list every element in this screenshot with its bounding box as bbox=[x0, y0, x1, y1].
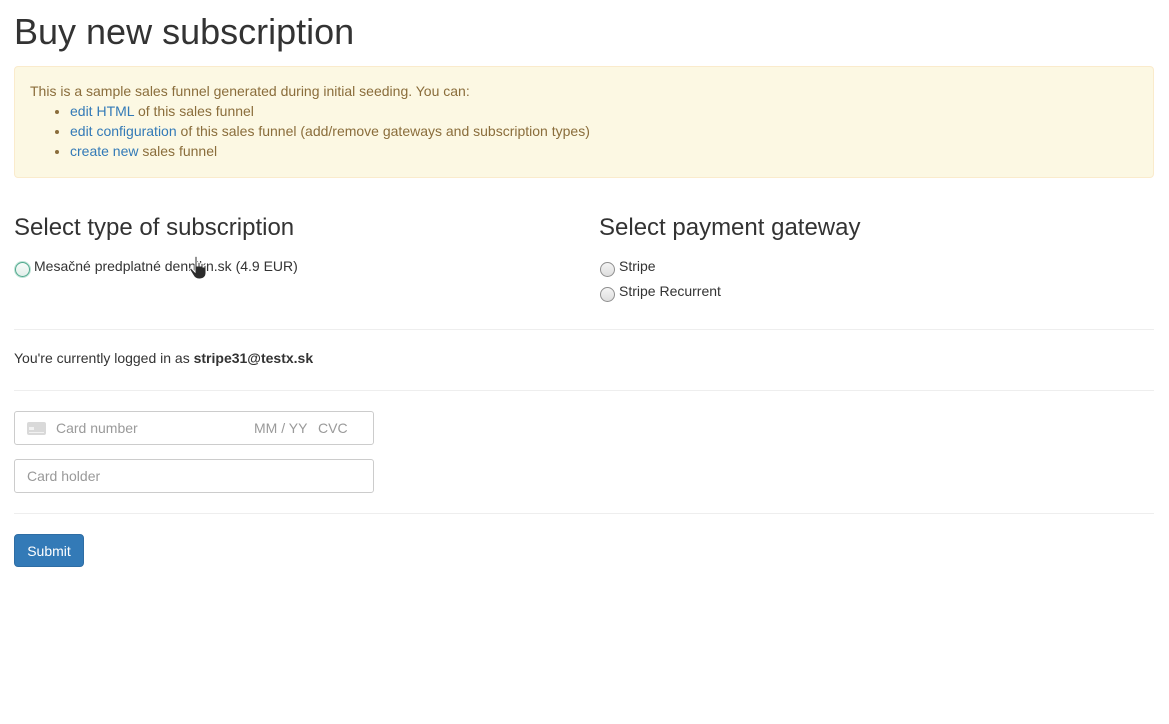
edit-configuration-link[interactable]: edit configuration bbox=[70, 123, 177, 139]
gateway-option-stripe[interactable]: Stripe bbox=[599, 254, 1154, 279]
notice-item-edit-html: edit HTML of this sales funnel bbox=[70, 101, 1138, 121]
subscription-radio-monthly[interactable] bbox=[15, 262, 30, 277]
hand-pointer-icon bbox=[189, 255, 207, 280]
edit-html-link[interactable]: edit HTML bbox=[70, 103, 134, 119]
gateway-radio-stripe-recurrent[interactable] bbox=[600, 287, 615, 302]
card-number-input[interactable]: Card number bbox=[56, 420, 254, 436]
card-holder-input[interactable] bbox=[14, 459, 374, 493]
subscription-type-section: Select type of subscription Mesačné pred… bbox=[14, 212, 584, 279]
notice-item-text: of this sales funnel (add/remove gateway… bbox=[176, 123, 590, 139]
subscription-option-label: Mesačné predplatné dennikn.sk (4.9 EUR) bbox=[34, 257, 298, 274]
subscription-option[interactable]: Mesačné predplatné dennikn.sk (4.9 EUR) bbox=[14, 254, 584, 279]
notice-item-create-new: create new sales funnel bbox=[70, 141, 1138, 161]
gateway-option-label: Stripe Recurrent bbox=[619, 282, 721, 299]
notice-item-text: sales funnel bbox=[138, 143, 218, 159]
logged-in-status: You're currently logged in as stripe31@t… bbox=[14, 350, 313, 366]
page-title: Buy new subscription bbox=[14, 11, 355, 52]
card-expiry-input[interactable]: MM / YY bbox=[254, 420, 318, 436]
payment-gateway-heading: Select payment gateway bbox=[599, 214, 861, 241]
submit-button[interactable]: Submit bbox=[14, 534, 84, 567]
notice-intro: This is a sample sales funnel generated … bbox=[30, 83, 470, 99]
notice-item-edit-configuration: edit configuration of this sales funnel … bbox=[70, 121, 1138, 141]
divider bbox=[14, 390, 1154, 391]
card-details-field[interactable]: Card number MM / YY CVC bbox=[14, 411, 374, 445]
gateway-radio-stripe[interactable] bbox=[600, 262, 615, 277]
page: Buy new subscription This is a sample sa… bbox=[0, 0, 1169, 724]
divider bbox=[14, 329, 1154, 330]
card-cvc-input[interactable]: CVC bbox=[318, 420, 348, 436]
credit-card-icon bbox=[27, 421, 46, 435]
notice-list: edit HTML of this sales funnel edit conf… bbox=[30, 101, 1138, 161]
payment-gateway-section: Select payment gateway Stripe Stripe Rec… bbox=[599, 212, 1154, 304]
sample-funnel-notice: This is a sample sales funnel generated … bbox=[14, 66, 1154, 178]
gateway-option-label: Stripe bbox=[619, 257, 656, 274]
divider bbox=[14, 513, 1154, 514]
subscription-type-heading: Select type of subscription bbox=[14, 214, 295, 241]
notice-item-text: of this sales funnel bbox=[134, 103, 254, 119]
user-email: stripe31@testx.sk bbox=[193, 350, 314, 366]
logged-in-prefix: You're currently logged in as bbox=[14, 350, 194, 366]
gateway-option-stripe-recurrent[interactable]: Stripe Recurrent bbox=[599, 279, 1154, 304]
create-new-link[interactable]: create new bbox=[70, 143, 138, 159]
